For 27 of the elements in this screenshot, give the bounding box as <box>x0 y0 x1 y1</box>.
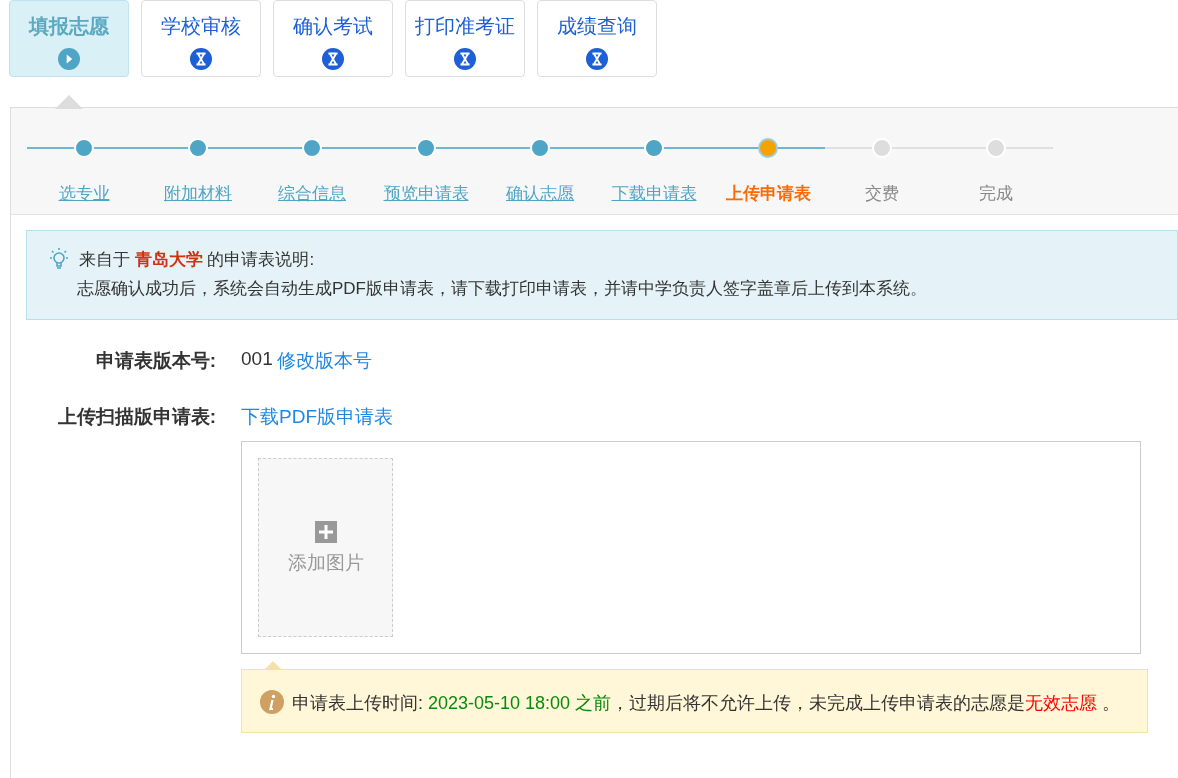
step-link[interactable]: 确认志愿 <box>506 182 574 205</box>
plus-icon <box>313 519 338 544</box>
hourglass-icon <box>322 48 344 70</box>
info-heading: 来自于 青岛大学 的申请表说明: <box>79 248 315 271</box>
step-link[interactable]: 下载申请表 <box>611 182 697 205</box>
field-label: 申请表版本号: <box>94 349 217 373</box>
info-icon <box>260 690 284 714</box>
play-icon <box>58 48 80 70</box>
stage-tab[interactable]: 打印准考证 <box>405 0 525 77</box>
stage-tab[interactable]: 成绩查询 <box>537 0 657 77</box>
version-number: 001 <box>241 348 273 370</box>
hourglass-icon <box>454 48 476 70</box>
lightbulb-icon <box>47 247 71 271</box>
field-label: 上传扫描版申请表: <box>56 405 217 429</box>
download-pdf-link[interactable]: 下载PDF版申请表 <box>241 404 1148 430</box>
hourglass-icon <box>190 48 212 70</box>
step-link[interactable]: 选专业 <box>58 182 110 205</box>
info-text: 志愿确认成功后，系统会自动生成PDF版申请表，请下载打印申请表，并请中学负责人签字盖章后上传到本系统。 <box>77 278 928 300</box>
add-image-button[interactable]: 添加图片 <box>258 458 393 637</box>
step-link[interactable]: 预览申请表 <box>383 182 469 205</box>
stage-tab[interactable]: 确认考试 <box>273 0 393 77</box>
stage-tab[interactable]: 学校审核 <box>141 0 261 77</box>
step-link[interactable]: 附加材料 <box>164 182 232 205</box>
edit-version-link[interactable]: 修改版本号 <box>277 348 373 374</box>
notice-text: 申请表上传时间: 2023-05-10 18:00 之前，过期后将不允许上传，未完成上传申请表的志愿是无效志愿 。 <box>292 693 1121 713</box>
step-link[interactable]: 综合信息 <box>278 182 346 205</box>
hourglass-icon <box>586 48 608 70</box>
